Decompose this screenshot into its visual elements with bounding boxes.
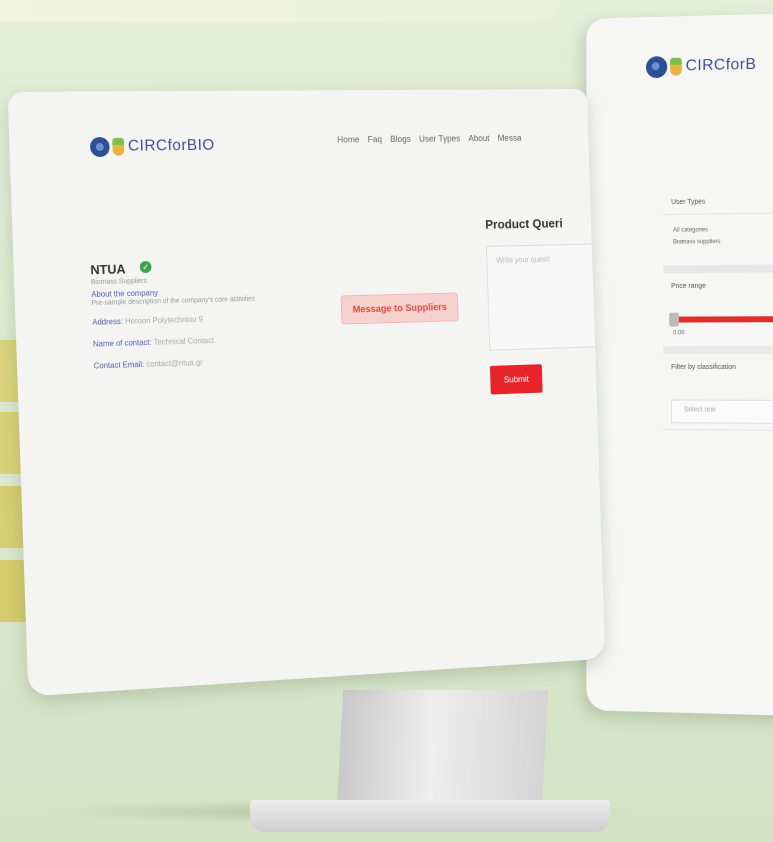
background-top-band — [0, 0, 560, 22]
select-placeholder: Select one — [683, 406, 716, 414]
divider — [663, 429, 773, 432]
nav-messages[interactable]: Messa — [497, 133, 521, 143]
product-query-title: Product Queri — [485, 215, 563, 232]
nav-blogs[interactable]: Blogs — [390, 134, 411, 144]
contact-name-label: Name of contact: — [92, 337, 152, 349]
logo-globe-icon — [645, 56, 668, 79]
product-query-textarea[interactable]: Write your questi — [485, 243, 606, 351]
nav-faq[interactable]: Faq — [368, 134, 383, 144]
price-range-label: Price range — [671, 282, 706, 290]
logo-flask-icon — [670, 57, 682, 76]
price-range-thumb[interactable] — [669, 312, 679, 327]
nav-about[interactable]: About — [468, 133, 489, 143]
about-company-link[interactable]: About the company — [91, 288, 158, 299]
nav-user-types[interactable]: User Types — [419, 134, 460, 144]
filter-option-all[interactable]: All categories — [673, 227, 708, 233]
address-label: Address: — [92, 317, 124, 327]
monitor-stand-base — [250, 800, 610, 832]
logo-text: CIRCforB — [685, 55, 757, 75]
submit-button[interactable]: Submit — [489, 364, 543, 395]
site-logo[interactable]: CIRCforBIO — [89, 136, 215, 158]
monitor-stand-neck — [336, 690, 549, 810]
contact-name-value: Technical Contact — [153, 336, 215, 347]
supplier-page: CIRCforBIO Home Faq Blogs User Types Abo… — [32, 102, 606, 695]
site-logo[interactable]: CIRCforB — [645, 54, 757, 79]
contact-name-row: Name of contact: Technical Contact — [93, 336, 214, 349]
address-value: Heroon Polytechniou 9 — [124, 314, 204, 326]
section-band — [663, 263, 773, 274]
nav-home[interactable]: Home — [337, 135, 360, 145]
logo-text: CIRCforBIO — [127, 136, 215, 155]
top-nav: Home Faq Blogs User Types About Messa — [337, 133, 521, 144]
filter-classification-label: Filter by classification — [671, 364, 736, 371]
message-suppliers-button[interactable]: Message to Suppliers — [340, 292, 459, 325]
logo-globe-icon — [89, 136, 110, 158]
company-name: NTUA — [90, 261, 126, 278]
filter-option-biomass[interactable]: Biomass suppliers — [673, 239, 720, 245]
classification-select[interactable]: Select one — [671, 399, 773, 425]
company-type: Biomass Suppliers — [90, 277, 148, 287]
contact-email-value[interactable]: contact@ntua.gr — [146, 358, 203, 369]
price-min-value: 0.00 — [673, 330, 685, 337]
divider — [663, 211, 773, 216]
primary-monitor: CIRCforBIO Home Faq Blogs User Types Abo… — [7, 89, 606, 697]
user-types-label: User Types — [671, 198, 706, 207]
verified-check-icon: ✓ — [139, 260, 152, 274]
price-range-slider[interactable] — [673, 315, 773, 323]
textarea-placeholder: Write your questi — [496, 254, 550, 265]
contact-email-label: Contact Email: — [93, 359, 145, 371]
section-band — [663, 345, 773, 355]
address-row: Address: Heroon Polytechniou 9 — [92, 315, 203, 327]
contact-email-row: Contact Email: contact@ntua.gr — [94, 358, 203, 370]
secondary-monitor: CIRCforB User Types All categories Bioma… — [586, 12, 773, 717]
logo-flask-icon — [112, 137, 125, 156]
